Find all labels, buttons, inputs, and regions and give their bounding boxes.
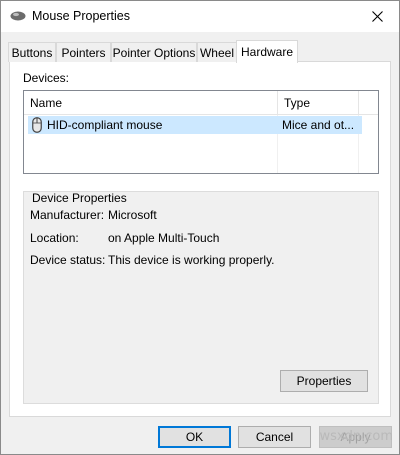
close-button[interactable] [355,1,399,32]
group-title: Device Properties [32,191,127,205]
tab-buttons[interactable]: Buttons [8,42,56,62]
tab-hardware[interactable]: Hardware [236,40,298,63]
device-properties-group: Device Properties Manufacturer: Microsof… [23,191,379,404]
close-icon [371,11,383,22]
tab-strip: Buttons Pointers Pointer Options Wheel H… [8,40,392,63]
tab-pointer-options[interactable]: Pointer Options [111,42,197,62]
location-value: on Apple Multi-Touch [108,231,220,245]
list-header: Name Type [24,91,378,115]
devices-list[interactable]: Name Type HID-compliant mouse Mice and o… [23,90,379,174]
tab-pointers[interactable]: Pointers [56,42,111,62]
column-header-name[interactable]: Name [24,91,277,115]
device-name: HID-compliant mouse [47,118,163,132]
watermark: wsxdn.com [319,429,394,444]
devices-label: Devices: [23,71,70,85]
column-divider[interactable] [358,91,359,115]
window-title: Mouse Properties [32,9,130,23]
manufacturer-value: Microsoft [108,208,157,222]
location-label: Location: [30,231,79,245]
title-bar[interactable]: Mouse Properties [1,1,399,32]
list-item[interactable]: HID-compliant mouse Mice and ot... [28,116,362,134]
ok-button[interactable]: OK [158,426,231,448]
column-header-type[interactable]: Type [278,91,358,115]
device-status-label: Device status: [30,253,106,267]
mouse-icon [32,117,42,133]
tab-wheel[interactable]: Wheel [197,42,237,62]
manufacturer-label: Manufacturer: [30,208,105,222]
cancel-button[interactable]: Cancel [238,426,311,448]
mouse-icon [10,11,26,21]
device-status-value: This device is working properly. [108,253,275,267]
device-type: Mice and ot... [282,118,355,132]
mouse-properties-window: Mouse Properties Buttons Pointers Pointe… [0,0,400,455]
properties-button[interactable]: Properties [280,370,368,392]
